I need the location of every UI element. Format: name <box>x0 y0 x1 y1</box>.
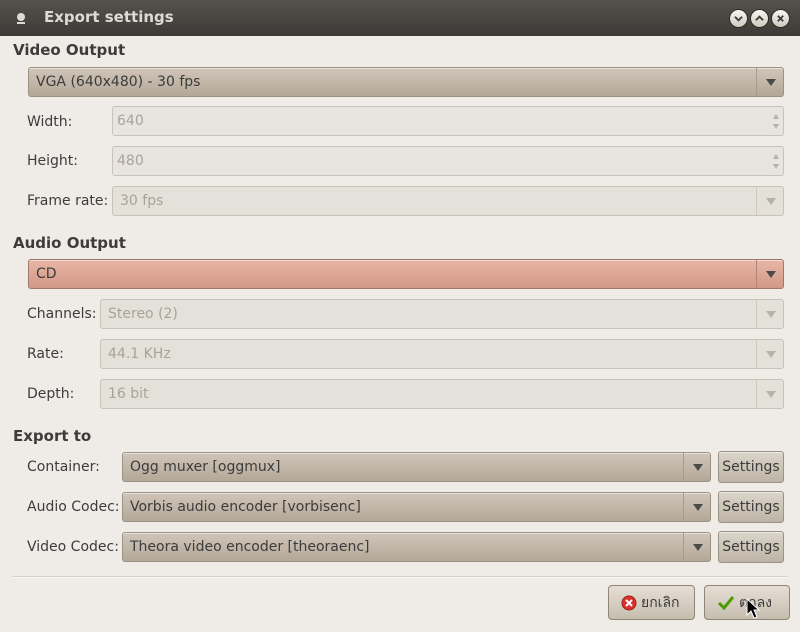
export-to-heading: Export to <box>13 427 92 445</box>
dropdown-arrow-icon <box>683 533 710 561</box>
action-separator <box>12 576 788 578</box>
width-label: Width: <box>27 114 73 130</box>
rate-label: Rate: <box>27 346 64 362</box>
framerate-combo: 30 fps <box>112 186 784 216</box>
spin-arrows-icon <box>769 147 783 175</box>
audio-preset-value: CD <box>36 266 57 282</box>
audio-codec-label: Audio Codec: <box>27 499 120 515</box>
check-icon <box>717 595 735 610</box>
audio-codec-settings-button[interactable]: Settings <box>718 491 784 523</box>
rate-combo: 44.1 KHz <box>100 339 784 369</box>
video-codec-value: Theora video encoder [theoraenc] <box>130 539 370 555</box>
cancel-icon <box>621 595 637 610</box>
channels-label: Channels: <box>27 306 97 322</box>
dropdown-arrow-icon <box>683 493 710 521</box>
dropdown-arrow-icon <box>756 187 783 215</box>
audio-output-heading: Audio Output <box>13 234 126 252</box>
height-value: 480 <box>117 153 144 169</box>
dropdown-arrow-icon <box>756 380 783 408</box>
depth-combo: 16 bit <box>100 379 784 409</box>
channels-combo: Stereo (2) <box>100 299 784 329</box>
video-output-heading: Video Output <box>13 41 126 59</box>
width-value: 640 <box>117 113 144 129</box>
rate-value: 44.1 KHz <box>108 346 171 362</box>
video-codec-settings-button[interactable]: Settings <box>718 531 784 563</box>
width-spinbox: 640 <box>112 106 784 136</box>
dropdown-arrow-icon <box>683 453 710 481</box>
dropdown-arrow-icon <box>756 340 783 368</box>
mouse-cursor-icon <box>746 598 760 619</box>
maximize-button[interactable] <box>750 9 769 28</box>
video-preset-combo[interactable]: VGA (640x480) - 30 fps <box>28 67 784 97</box>
container-settings-button[interactable]: Settings <box>718 451 784 483</box>
height-spinbox: 480 <box>112 146 784 176</box>
title-bar[interactable]: Export settings <box>0 0 800 36</box>
chevron-up-icon <box>755 15 764 21</box>
app-icon <box>17 13 25 24</box>
minimize-button[interactable] <box>729 9 748 28</box>
container-label: Container: <box>27 459 100 475</box>
window-title: Export settings <box>44 8 174 26</box>
depth-value: 16 bit <box>108 386 149 402</box>
cancel-label: ยกเลิก <box>641 594 680 611</box>
spin-arrows-icon <box>769 107 783 135</box>
chevron-down-icon <box>734 16 743 22</box>
close-button[interactable] <box>771 9 790 28</box>
video-codec-label: Video Codec: <box>27 539 119 555</box>
close-icon <box>777 15 784 22</box>
depth-label: Depth: <box>27 386 75 402</box>
height-label: Height: <box>27 153 78 169</box>
audio-preset-combo[interactable]: CD <box>28 259 784 289</box>
container-value: Ogg muxer [oggmux] <box>130 459 281 475</box>
dropdown-arrow-icon <box>756 68 783 96</box>
channels-value: Stereo (2) <box>108 306 178 322</box>
export-settings-window: Export settings Video Output VGA (640x48… <box>0 0 800 632</box>
framerate-label: Frame rate: <box>27 193 109 209</box>
audio-codec-combo[interactable]: Vorbis audio encoder [vorbisenc] <box>122 492 711 522</box>
audio-codec-value: Vorbis audio encoder [vorbisenc] <box>130 499 361 515</box>
container-combo[interactable]: Ogg muxer [oggmux] <box>122 452 711 482</box>
dropdown-arrow-icon <box>756 300 783 328</box>
framerate-value: 30 fps <box>120 193 164 209</box>
dropdown-arrow-icon <box>756 260 783 288</box>
video-preset-value: VGA (640x480) - 30 fps <box>36 74 201 90</box>
video-codec-combo[interactable]: Theora video encoder [theoraenc] <box>122 532 711 562</box>
cancel-button[interactable]: ยกเลิก <box>608 585 695 620</box>
